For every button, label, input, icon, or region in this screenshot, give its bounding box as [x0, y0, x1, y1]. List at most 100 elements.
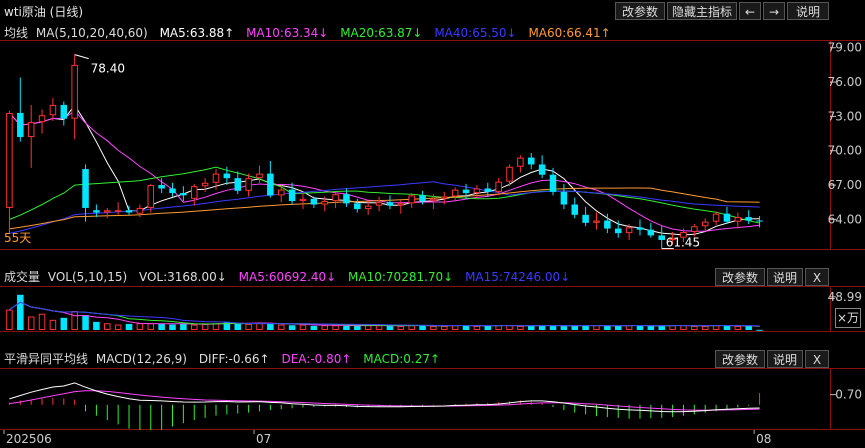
- candle-body-28: [310, 198, 318, 205]
- macd-close-button[interactable]: X: [805, 350, 829, 368]
- candle-body-31: [343, 194, 350, 204]
- vol-bar-16: [180, 323, 187, 330]
- macd-legend-dea: DEA:-0.80↑: [281, 352, 352, 366]
- vol-bar-19: [212, 323, 220, 331]
- candle-body-55: [604, 220, 611, 229]
- vol-bar-32: [354, 325, 361, 330]
- vol-bar-62: [680, 325, 687, 330]
- vol-bar-12: [136, 323, 144, 331]
- candle-body-47: [517, 157, 524, 167]
- candle-body-7: [82, 169, 89, 208]
- candle-body-40: [441, 196, 448, 199]
- candle-body-17: [190, 186, 198, 199]
- vol-bar-11: [125, 323, 133, 330]
- candle-body-5: [60, 104, 68, 119]
- volume-legend: 成交量 VOL(5,10,15) VOL:3168.00↓ MA5:60692.…: [4, 268, 578, 285]
- help-button[interactable]: 说明: [787, 2, 829, 20]
- legend-name: 均线: [4, 26, 29, 40]
- ma10-line: [9, 110, 760, 232]
- macd-chart[interactable]: 0.70: [0, 368, 865, 430]
- days-label: 55天: [4, 231, 31, 245]
- legend-ma5: MA5:63.88↑: [159, 26, 235, 40]
- ma40-line: [9, 181, 760, 234]
- vol-bar-3: [38, 313, 46, 330]
- legend-ma40: MA40:65.50↓: [434, 26, 517, 40]
- candle-body-36: [397, 203, 405, 206]
- legend-ma20: MA20:63.87↓: [340, 26, 423, 40]
- macd-legend-macd: MACD:0.27↑: [363, 352, 441, 366]
- vol-bar-4: [49, 319, 57, 331]
- vol-bar-5: [60, 317, 68, 330]
- main-ytick-label-3: 70.00: [828, 144, 862, 158]
- vol-bar-43: [473, 325, 481, 330]
- vol-ma10-line: [9, 301, 760, 327]
- main-ytick-label-5: 64.00: [828, 212, 862, 226]
- scroll-left-button[interactable]: ←: [739, 2, 761, 20]
- vol-bar-67: [734, 325, 742, 330]
- vol-bar-40: [441, 325, 448, 330]
- candle-body-19: [212, 173, 220, 183]
- candle-body-37: [408, 195, 415, 204]
- candle-body-33: [364, 205, 372, 210]
- vol-bar-10: [114, 324, 122, 331]
- vol-bar-6: [71, 311, 78, 330]
- vol-bar-24: [267, 323, 274, 330]
- legend-ma60: MA60:66.41↑: [528, 26, 611, 40]
- vol-bar-61: [669, 325, 676, 330]
- volume-chart[interactable]: 48.99: [0, 286, 865, 332]
- vol-bar-69: [756, 329, 763, 331]
- candle-body-58: [636, 227, 644, 230]
- vol-bar-64: [701, 325, 709, 330]
- legend-ma10: MA10:63.34↓: [246, 26, 329, 40]
- candle-body-46: [506, 166, 513, 182]
- macd-legend-diff: DIFF:-0.66↑: [198, 352, 270, 366]
- candle-body-18: [201, 182, 209, 187]
- vol-bar-9: [104, 323, 111, 331]
- vol-bar-60: [658, 325, 665, 330]
- vol-bar-25: [277, 324, 285, 331]
- vol-change-params-button[interactable]: 改参数: [715, 268, 765, 286]
- vol-bar-28: [310, 325, 318, 330]
- price-chart[interactable]: 79.00 76.00 73.00 70.00 67.00 64.00 78.40 61.45…: [0, 40, 865, 250]
- macd-change-params-button[interactable]: 改参数: [715, 350, 765, 368]
- hide-main-indicator-button[interactable]: 隐藏主指标: [667, 2, 737, 20]
- candle-body-39: [430, 198, 437, 202]
- candle-body-24: [267, 173, 274, 196]
- vol-legend-ma10: MA10:70281.70↓: [348, 270, 454, 284]
- vol-bar-68: [745, 325, 752, 330]
- vol-help-button[interactable]: 说明: [767, 268, 803, 286]
- candle-body-51: [560, 191, 568, 205]
- vol-legend-params: VOL(5,10,15): [47, 270, 128, 284]
- vol-legend-vol: VOL:3168.00↓: [138, 270, 227, 284]
- vol-bar-15: [169, 324, 176, 330]
- vol-bar-8: [93, 321, 100, 330]
- vol-bar-41: [451, 325, 459, 330]
- candle-body-20: [223, 173, 231, 179]
- candle-body-2: [27, 122, 35, 137]
- candle-body-48: [528, 157, 535, 165]
- candle-body-6: [71, 64, 78, 119]
- vol-bar-2: [27, 316, 35, 330]
- candle-body-41: [451, 189, 459, 197]
- vol-bar-45: [495, 325, 502, 330]
- candle-body-16: [180, 193, 187, 196]
- vol-bar-39: [430, 325, 437, 330]
- x-axis: 202506 07 08: [3, 430, 771, 446]
- candle-body-30: [332, 194, 339, 202]
- candle-body-27: [299, 198, 307, 202]
- ma20-line: [9, 166, 760, 224]
- vol-bar-30: [332, 325, 339, 330]
- candle-body-44: [484, 188, 492, 192]
- high-marker-line: [74, 54, 89, 60]
- main-ytick-label-4: 67.00: [828, 178, 862, 192]
- volume-unit-badge: ×万: [835, 308, 861, 328]
- scroll-right-button[interactable]: →: [763, 2, 785, 20]
- macd-legend-name: 平滑异同平均线: [4, 352, 89, 366]
- candle-body-69: [756, 220, 763, 222]
- change-params-button[interactable]: 改参数: [615, 2, 665, 20]
- ma60-line: [9, 187, 760, 230]
- macd-help-button[interactable]: 说明: [767, 350, 803, 368]
- macd-legend-params: MACD(12,26,9): [95, 352, 187, 366]
- vol-close-button[interactable]: X: [805, 268, 829, 286]
- vol-bar-36: [397, 325, 405, 330]
